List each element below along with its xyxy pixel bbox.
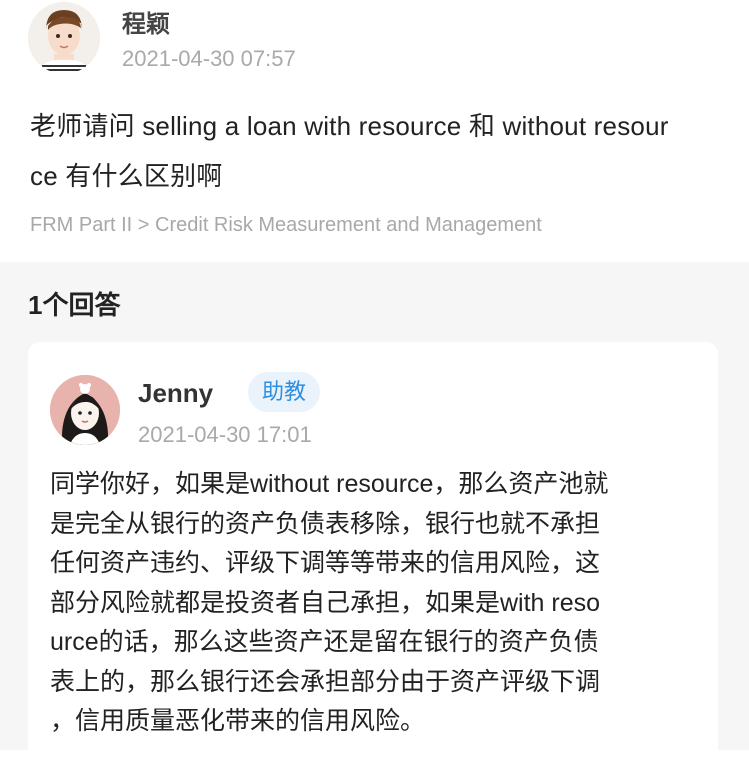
answers-count-heading: 1个回答 (28, 290, 121, 320)
boy-avatar-icon (28, 2, 100, 74)
question-text-line: 老师请问 selling a loan with resource 和 with… (30, 111, 669, 141)
answer-text-line: 同学你好，如果是without resource，那么资产池就 (50, 470, 609, 498)
teaching-assistant-badge: 助教 (248, 372, 321, 412)
question-text-line: ce 有什么区别啊 (30, 161, 223, 191)
answer-text-line: urce的话，那么这些资产还是留在银行的资产负债 (50, 628, 599, 656)
question-timestamp: 2021-04-30 07:57 (122, 46, 296, 71)
answer-text-line: 是完全从银行的资产负债表移除，银行也就不承担 (50, 509, 601, 538)
answer-text-line: ，信用质量恶化带来的信用风险。 (50, 707, 426, 735)
girl-avatar-icon (50, 375, 120, 445)
question-author-name[interactable]: 程颖 (122, 4, 170, 39)
question-author-avatar[interactable] (28, 2, 100, 74)
answer-text: 同学你好，如果是without resource，那么资产池就 是完全从银行的资… (50, 465, 700, 742)
answer-timestamp: 2021-04-30 17:01 (138, 422, 312, 447)
question-category-breadcrumb[interactable]: FRM Part II > Credit Risk Measurement an… (30, 214, 542, 237)
answer-text-line: 部分风险就都是投资者自己承担，如果是with reso (50, 588, 601, 617)
answer-text-line: 任何资产违约、评级下调等等带来的信用风险，这 (50, 549, 601, 577)
answer-text-line: 表上的，那么银行还会承担部分由于资产评级下调 (50, 667, 601, 696)
answer-author-avatar[interactable] (50, 375, 120, 445)
question-text: 老师请问 selling a loan with resource 和 with… (30, 101, 730, 201)
answer-author-name[interactable]: Jenny (138, 378, 213, 409)
